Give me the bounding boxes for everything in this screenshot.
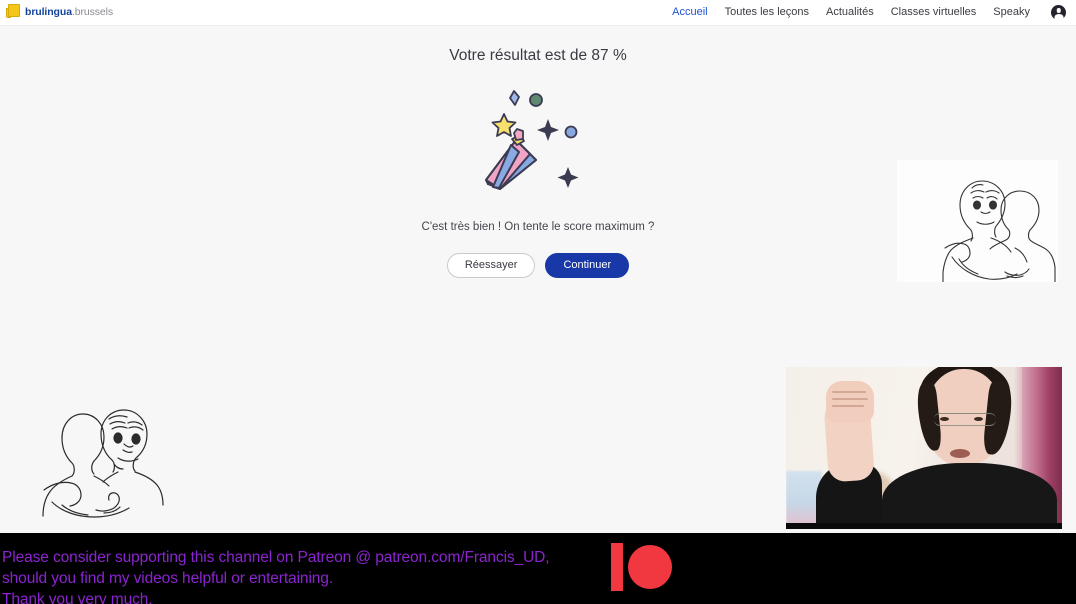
retry-button[interactable]: Réessayer xyxy=(446,253,536,278)
page-title: Votre résultat est de 87 % xyxy=(449,47,627,64)
patreon-message-line-3: Thank you very much. xyxy=(2,591,153,604)
patreon-message-line-1: Please consider supporting this channel … xyxy=(2,549,550,566)
webcam-video-overlay xyxy=(786,367,1062,529)
continue-button[interactable]: Continuer xyxy=(545,253,630,278)
nav-links: Accueil Toutes les leçons Actualités Cla… xyxy=(672,5,1066,20)
nav-item-classes-virtuelles[interactable]: Classes virtuelles xyxy=(891,7,977,18)
book-page-icon xyxy=(6,4,21,21)
patreon-message-line-2: should you find my videos helpful or ent… xyxy=(2,570,334,587)
nav-item-actualites[interactable]: Actualités xyxy=(826,7,874,18)
brand-logo[interactable]: brulingua.brussels xyxy=(6,4,113,21)
wojak-hug-meme-image xyxy=(897,160,1058,282)
brand-wordmark: brulingua.brussels xyxy=(25,7,113,18)
top-navigation-bar: brulingua.brussels Accueil Toutes les le… xyxy=(0,0,1076,26)
patreon-support-message: Please consider supporting this channel … xyxy=(2,547,550,604)
nav-item-accueil[interactable]: Accueil xyxy=(672,7,707,18)
app-screen: brulingua.brussels Accueil Toutes les le… xyxy=(0,0,1076,604)
nav-item-toutes-les-lecons[interactable]: Toutes les leçons xyxy=(725,7,809,18)
party-popper-icon xyxy=(478,88,596,192)
nav-item-speaky[interactable]: Speaky xyxy=(993,7,1030,18)
patreon-logo-icon xyxy=(611,543,672,591)
brand-name: brulingua xyxy=(25,6,72,19)
i-know-that-feel-bro-meme-image: I KNOW THAT FEEL BRO xyxy=(22,392,180,518)
brand-suffix: .brussels xyxy=(71,6,114,19)
video-footer-banner: Please consider supporting this channel … xyxy=(0,533,1076,604)
account-circle-icon[interactable] xyxy=(1051,5,1066,20)
